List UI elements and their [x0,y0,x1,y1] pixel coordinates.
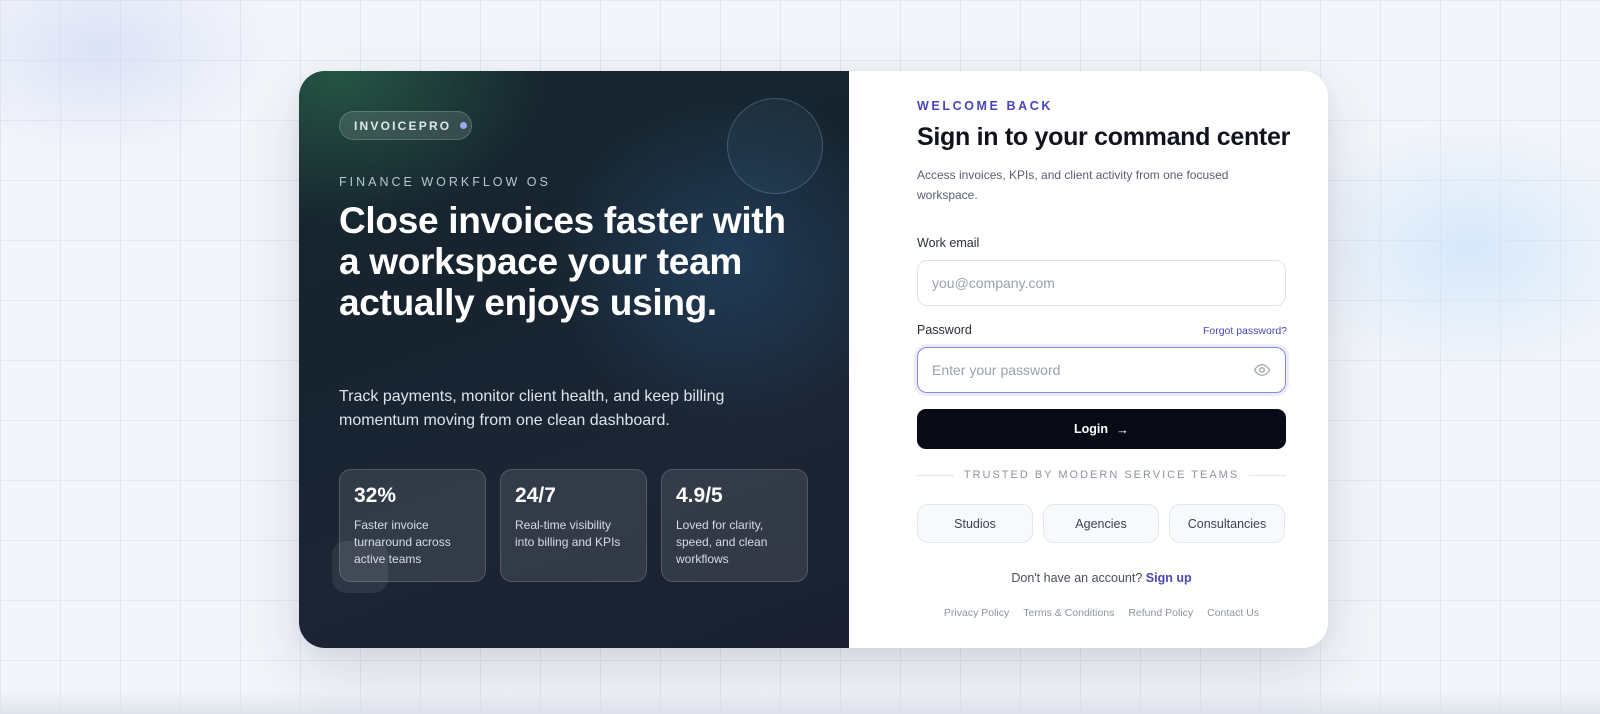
arrow-right-icon: → [1116,421,1129,437]
privacy-policy-link[interactable]: Privacy Policy [944,607,1009,619]
divider-line [917,474,954,476]
signin-description: Access invoices, KPIs, and client activi… [917,168,1229,202]
stat-value: 4.9/5 [676,484,723,507]
hero-headline: Close invoices faster with a workspace y… [339,200,786,323]
signin-title: Sign in to your command center [917,123,1290,151]
eye-icon[interactable] [1253,361,1271,379]
password-field-wrapper [917,347,1286,393]
background-glow-right [1280,120,1600,380]
chip-consultancies: Consultancies [1169,504,1285,543]
hero-eyebrow: FINANCE WORKFLOW OS [339,175,551,189]
trusted-label: TRUSTED BY MODERN SERVICE TEAMS [963,469,1240,481]
background-floor-shadow [0,690,1600,714]
welcome-eyebrow: WELCOME BACK [917,99,1054,113]
hero-panel: INVOICEPRO FINANCE WORKFLOW OS Close inv… [299,71,849,648]
refund-policy-link[interactable]: Refund Policy [1128,607,1193,619]
stat-value: 32% [354,484,397,507]
forgot-password-link[interactable]: Forgot password? [1203,325,1287,337]
stat-card: 32% Faster invoice turnaround across act… [339,469,486,582]
terms-link[interactable]: Terms & Conditions [1023,607,1114,619]
password-field[interactable] [932,362,1253,378]
brand-dot-icon [460,122,468,129]
stat-card: 4.9/5 Loved for clarity, speed, and clea… [661,469,808,582]
chip-studios: Studios [917,504,1033,543]
login-button-label: Login [1073,422,1108,436]
divider-line [1249,474,1287,476]
signup-prompt: Don't have an account? [1011,571,1143,585]
login-card: INVOICEPRO FINANCE WORKFLOW OS Close inv… [299,71,1328,648]
email-field-wrapper [917,260,1286,306]
email-field[interactable] [932,275,1271,291]
trusted-chips: Studios Agencies Consultancies [917,504,1285,543]
chip-agencies: Agencies [1043,504,1159,543]
stat-label: Real-time visibility into billing and KP… [515,518,621,549]
stat-label: Faster invoice turnaround across active … [354,518,451,566]
stat-label: Loved for clarity, speed, and clean work… [676,518,768,566]
stat-value: 24/7 [515,484,556,507]
brand-name: INVOICEPRO [354,118,452,133]
hero-subcopy: Track payments, monitor client health, a… [339,388,725,429]
stats-row: 32% Faster invoice turnaround across act… [339,469,808,582]
password-label: Password [917,323,972,337]
brand-badge: INVOICEPRO [339,111,472,140]
signup-row: Don't have an account? Sign up [917,571,1286,585]
email-label: Work email [917,236,980,250]
signin-panel: WELCOME BACK Sign in to your command cen… [849,71,1328,648]
contact-us-link[interactable]: Contact Us [1207,607,1259,619]
background-glow-left [0,0,280,160]
signup-link[interactable]: Sign up [1146,571,1192,585]
trusted-divider: TRUSTED BY MODERN SERVICE TEAMS [917,469,1287,481]
decorative-circle [727,98,823,194]
stat-card: 24/7 Real-time visibility into billing a… [500,469,647,582]
login-button[interactable]: Login → [917,409,1286,449]
footer-links: Privacy Policy Terms & Conditions Refund… [917,607,1286,619]
